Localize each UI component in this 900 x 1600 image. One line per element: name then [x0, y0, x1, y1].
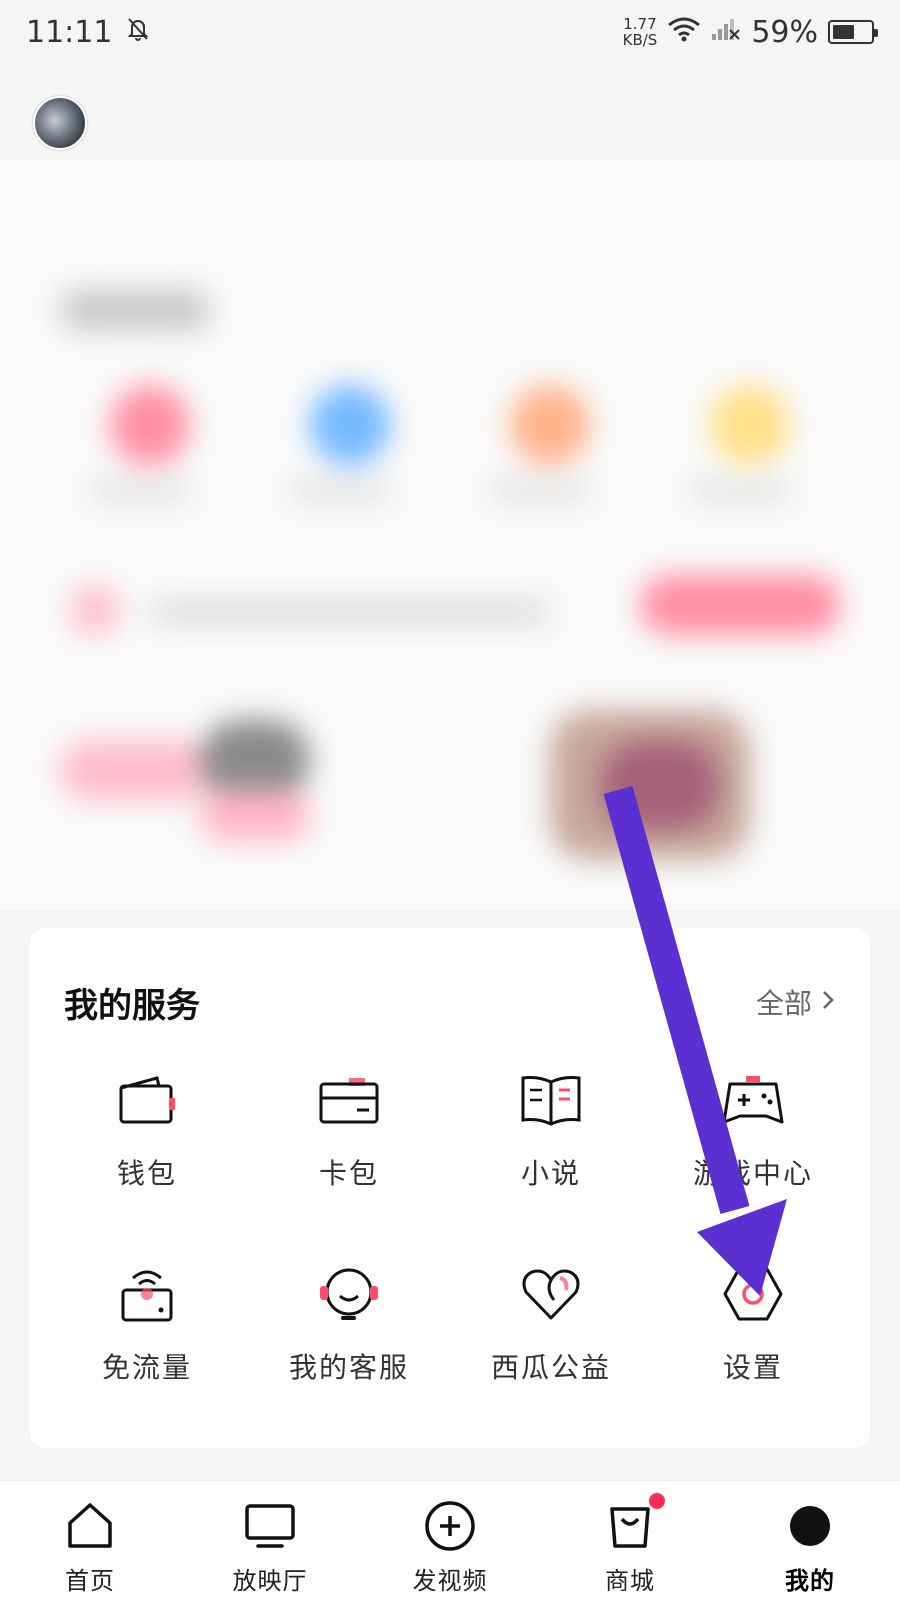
- profile-icon: [781, 1497, 839, 1555]
- signal-icon: [711, 15, 741, 50]
- nav-label: 发视频: [412, 1567, 488, 1595]
- services-title: 我的服务: [64, 986, 200, 1026]
- nav-item-me[interactable]: 我的: [720, 1481, 900, 1600]
- status-bar: 11:11 1.77 KB/S 59%: [0, 0, 900, 64]
- blurred-content: [0, 160, 900, 910]
- service-label: 免流量: [101, 1351, 192, 1384]
- nav-item-theater[interactable]: 放映厅: [180, 1481, 360, 1600]
- service-item-free-data[interactable]: 免流量: [46, 1262, 248, 1392]
- nav-label: 商城: [605, 1567, 655, 1595]
- service-label: 钱包: [116, 1157, 177, 1190]
- wifi-icon: [667, 15, 701, 50]
- service-item-novel[interactable]: 小说: [450, 1068, 652, 1198]
- blurred-profile-area: [0, 160, 900, 910]
- silent-bell-icon: [126, 15, 150, 50]
- nav-label: 我的: [785, 1566, 835, 1595]
- service-item-charity[interactable]: 西瓜公益: [450, 1262, 652, 1392]
- service-label: 游戏中心: [692, 1157, 813, 1190]
- nav-label: 放映厅: [232, 1567, 308, 1595]
- card-holder-icon: [317, 1068, 381, 1132]
- service-label: 小说: [520, 1157, 581, 1190]
- service-item-wallet[interactable]: 钱包: [46, 1068, 248, 1198]
- service-item-customer-service[interactable]: 我的客服: [248, 1262, 450, 1392]
- battery-fill: [833, 25, 855, 39]
- clock: 11:11: [26, 14, 113, 50]
- home-icon: [61, 1497, 119, 1555]
- wallet-icon: [115, 1068, 179, 1132]
- network-speed: 1.77 KB/S: [623, 16, 658, 48]
- free-data-icon: [115, 1262, 179, 1326]
- book-icon: [519, 1068, 583, 1132]
- settings-icon: [721, 1262, 785, 1326]
- services-all-link[interactable]: 全部: [756, 982, 836, 1022]
- service-item-card-holder[interactable]: 卡包: [248, 1068, 450, 1198]
- network-speed-value: 1.77: [623, 15, 657, 33]
- status-right: 1.77 KB/S 59%: [623, 14, 878, 50]
- nav-item-mall[interactable]: 商城: [540, 1481, 720, 1600]
- service-item-game-center[interactable]: 游戏中心: [652, 1068, 854, 1198]
- notification-dot: [647, 1491, 667, 1511]
- heart-icon: [519, 1262, 583, 1326]
- avatar[interactable]: [33, 96, 87, 150]
- battery-icon: [828, 20, 878, 44]
- gamepad-icon: [721, 1068, 785, 1132]
- status-left: 11:11: [26, 15, 150, 50]
- headset-icon: [317, 1262, 381, 1326]
- plus-circle-icon: [421, 1497, 479, 1555]
- bottom-nav: 首页 放映厅 发视频 商城 我的: [0, 1480, 900, 1600]
- nav-label: 首页: [65, 1567, 115, 1595]
- network-speed-unit: KB/S: [622, 31, 658, 49]
- tv-icon: [241, 1497, 299, 1555]
- service-label: 西瓜公益: [490, 1351, 611, 1384]
- my-services-card: 我的服务 全部 钱包 卡包 小说 游戏中心 免流量 我的客服 西瓜公益 设置: [30, 928, 870, 1448]
- service-label: 设置: [722, 1351, 783, 1384]
- service-grid: 钱包 卡包 小说 游戏中心 免流量 我的客服 西瓜公益 设置: [46, 1068, 854, 1392]
- battery-percent: 59%: [751, 14, 818, 50]
- chevron-right-icon: [820, 986, 836, 1019]
- nav-item-home[interactable]: 首页: [0, 1481, 180, 1600]
- nav-item-post-video[interactable]: 发视频: [360, 1481, 540, 1600]
- shopping-bag-icon: [601, 1491, 667, 1555]
- service-label: 我的客服: [288, 1351, 409, 1384]
- service-label: 卡包: [318, 1157, 379, 1190]
- services-all-label: 全部: [755, 987, 812, 1020]
- service-item-settings[interactable]: 设置: [652, 1262, 854, 1392]
